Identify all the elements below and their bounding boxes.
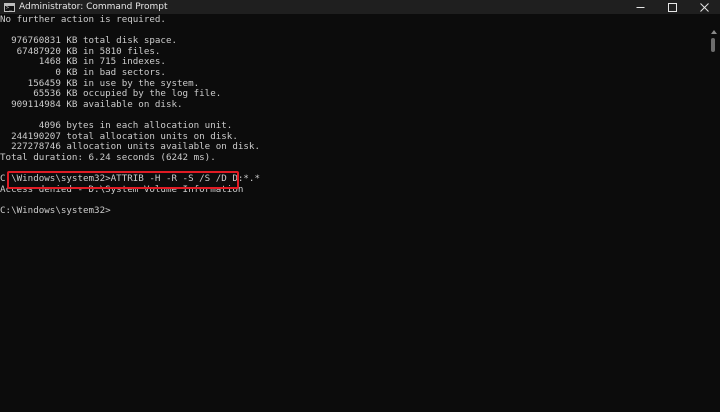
maximize-icon — [667, 2, 677, 12]
vertical-scrollbar[interactable] — [706, 14, 720, 412]
highlighted-command-line: C:\Windows\system32>ATTRIB -H -R -S /S /… — [0, 172, 260, 184]
minimize-button[interactable] — [624, 0, 656, 14]
console-line: No further action is required. — [0, 15, 166, 25]
scrollbar-thumb[interactable] — [711, 38, 715, 52]
close-icon — [699, 2, 709, 12]
console-line: 0 KB in bad sectors. — [0, 66, 166, 78]
title-bar[interactable]: >_ Administrator: Command Prompt — [0, 0, 720, 14]
window-title: Administrator: Command Prompt — [19, 2, 168, 12]
console-line: Total duration: 6.24 seconds (6242 ms). — [0, 151, 216, 163]
command-prompt-window: >_ Administrator: Command Prompt No furt… — [0, 0, 720, 412]
console-line: 4096 bytes in each allocation unit. — [0, 119, 233, 131]
console-output[interactable]: No further action is required. 976760831… — [0, 15, 706, 412]
minimize-icon — [636, 6, 644, 8]
command-prompt-icon: >_ — [4, 2, 15, 12]
window-controls — [624, 0, 720, 14]
command-prompt-line: C:\Windows\system32> — [0, 204, 111, 216]
close-button[interactable] — [688, 0, 720, 14]
console-line: 909114984 KB available on disk. — [0, 98, 183, 110]
maximize-button[interactable] — [656, 0, 688, 14]
error-message-line: Access denied - D:\System Volume Informa… — [0, 183, 244, 195]
scroll-up-arrow-icon[interactable] — [711, 30, 717, 34]
